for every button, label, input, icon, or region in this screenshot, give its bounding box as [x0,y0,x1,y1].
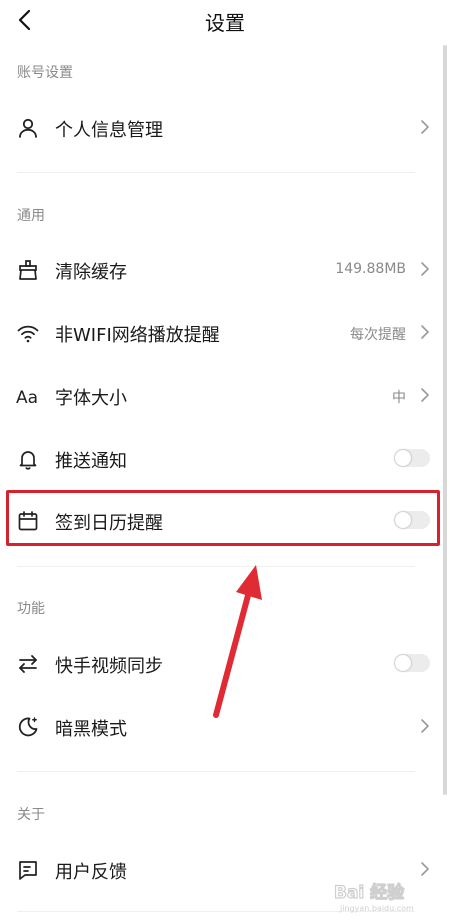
divider [17,771,415,772]
row-label: 清除缓存 [55,262,127,283]
svg-text:Bai 经验: Bai 经验 [334,882,405,903]
settings-row-font-size[interactable]: Aa 字体大小 中 [0,366,440,426]
settings-row-kuaishou-sync[interactable]: 快手视频同步 [0,634,440,694]
row-label: 用户反馈 [55,862,127,883]
bell-icon [16,447,40,471]
divider [17,172,415,173]
highlight-box [6,490,440,546]
chevron-right-icon [421,388,430,402]
top-bar: 设置 [0,0,450,40]
toggle-knob [395,450,411,466]
row-label: 个人信息管理 [55,120,163,141]
row-label: 推送通知 [55,451,127,472]
svg-text:Aa: Aa [16,388,38,408]
row-label: 暗黑模式 [55,719,127,740]
section-header-account: 账号设置 [17,65,73,81]
font-size-value: 中 [392,390,406,406]
section-header-general: 通用 [17,208,45,224]
row-label: 非WIFI网络播放提醒 [55,325,220,346]
row-label: 字体大小 [55,388,127,409]
section-header-about: 关于 [17,807,45,823]
toggle-knob [395,655,411,671]
moon-icon [16,715,40,739]
svg-text:jingyan.baidu.com: jingyan.baidu.com [339,904,414,913]
page-title: 设置 [205,11,245,35]
settings-row-personal-info[interactable]: 个人信息管理 [0,98,440,158]
settings-row-clear-cache[interactable]: 清除缓存 149.88MB [0,240,440,300]
push-notification-toggle[interactable] [394,449,430,467]
scrollbar[interactable] [443,45,447,795]
feedback-icon [16,858,40,882]
settings-row-push-notification[interactable]: 推送通知 [0,429,440,489]
settings-row-dark-mode[interactable]: 暗黑模式 [0,697,440,757]
divider [17,566,415,567]
chevron-right-icon [421,325,430,339]
chevron-right-icon [421,719,430,733]
kuaishou-sync-toggle[interactable] [394,654,430,672]
person-icon [16,116,40,140]
chevron-right-icon [421,262,430,276]
font-size-icon: Aa [16,384,40,408]
section-header-feature: 功能 [17,601,45,617]
chevron-right-icon [421,120,430,134]
broom-icon [16,258,40,282]
settings-row-wifi-reminder[interactable]: 非WIFI网络播放提醒 每次提醒 [0,303,440,363]
baidu-jingyan-watermark: Bai 经验 jingyan.baidu.com [332,872,444,914]
row-label: 快手视频同步 [55,656,163,677]
swap-arrows-icon [16,652,40,676]
wifi-reminder-value: 每次提醒 [350,327,406,343]
wifi-icon [16,321,40,345]
cache-size-value: 149.88MB [335,261,406,277]
